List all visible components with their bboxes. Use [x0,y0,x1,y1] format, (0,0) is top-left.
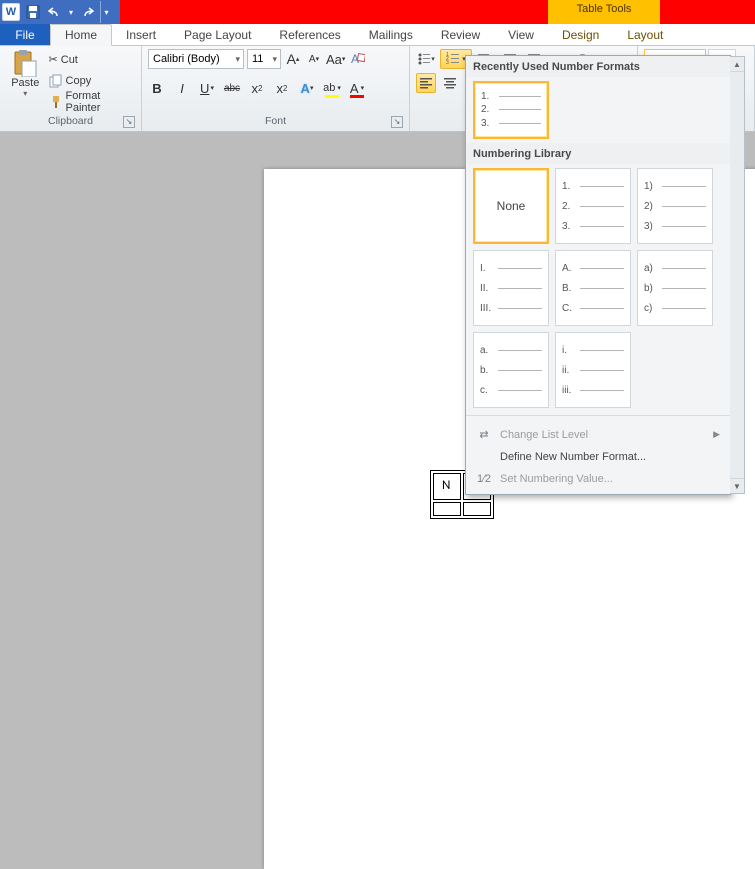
library-tile-alpha-lower-paren[interactable]: a) b) c) [637,250,713,326]
format-painter-label: Format Painter [66,90,135,114]
cmd-set-numbering-value[interactable]: 1⁄2 Set Numbering Value... [468,468,728,490]
scissors-icon: ✂ [49,53,58,66]
scroll-down-icon[interactable]: ▼ [730,478,744,493]
recent-format-tile[interactable]: 1. 2. 3. [473,81,549,139]
clear-formatting-button[interactable]: A [348,49,366,69]
quick-access-toolbar: W ▾ ▾ [0,0,112,24]
cmd-change-list-level[interactable]: ⇄ Change List Level ▶ [468,423,728,446]
library-tile-roman-lower[interactable]: i. ii. iii. [555,332,631,408]
redo-button[interactable] [76,1,98,23]
library-tile-alpha-lower-dot[interactable]: a. b. c. [473,332,549,408]
tab-design[interactable]: Design [548,24,613,45]
font-size-select[interactable]: 11 [247,49,281,69]
subscript-button[interactable]: x2 [248,78,266,98]
tab-review[interactable]: Review [427,24,494,45]
superscript-button[interactable]: x2 [273,78,291,98]
undo-button[interactable] [44,1,66,23]
app-icon[interactable]: W [0,1,22,23]
library-tile-decimal-dot[interactable]: 1. 2. 3. [555,168,631,244]
font-size-value: 11 [252,53,263,65]
strike-button[interactable]: abc [223,78,241,98]
library-tile-none[interactable]: None [473,168,549,244]
align-left-button[interactable] [416,73,436,93]
highlight-button[interactable]: ab▾ [323,78,341,98]
numbering-dropdown: ▲ ▼ Recently Used Number Formats 1. 2. 3… [465,55,731,495]
change-level-icon: ⇄ [476,428,492,441]
tab-view[interactable]: View [494,24,548,45]
tab-page-layout[interactable]: Page Layout [170,24,265,45]
group-clipboard: Paste ▾ ✂ Cut Copy Format Painter Clipbo… [0,46,142,131]
tab-home[interactable]: Home [50,24,112,46]
define-format-label: Define New Number Format... [500,451,646,463]
align-center-button[interactable] [440,73,460,93]
bold-button[interactable]: B [148,78,166,98]
text-effects-button[interactable]: A▾ [298,78,316,98]
font-launcher[interactable]: ↘ [391,116,403,128]
set-value-icon: 1⁄2 [476,473,492,485]
copy-label: Copy [66,75,92,87]
library-header: Numbering Library [466,143,730,164]
dropdown-scrollbar[interactable]: ▲ ▼ [730,56,745,494]
shrink-font-button[interactable]: A▾ [305,49,323,69]
tab-mailings[interactable]: Mailings [355,24,427,45]
change-case-button[interactable]: Aa▾ [326,49,345,69]
qat-customize-icon[interactable]: ▾ [100,1,112,23]
copy-icon [49,74,63,88]
clipboard-group-label: Clipboard [48,115,93,127]
copy-button[interactable]: Copy [49,70,135,91]
set-value-label: Set Numbering Value... [500,473,613,485]
brush-icon [49,95,63,109]
font-family-value: Calibri (Body) [153,53,220,65]
library-tile-alpha-upper[interactable]: A. B. C. [555,250,631,326]
format-painter-button[interactable]: Format Painter [49,91,135,112]
paste-icon [10,49,40,77]
tab-insert[interactable]: Insert [112,24,170,45]
submenu-arrow-icon: ▶ [713,429,720,440]
font-color-button[interactable]: A▾ [348,78,366,98]
italic-button[interactable]: I [173,78,191,98]
undo-split-icon[interactable]: ▾ [66,1,76,23]
library-tile-decimal-paren[interactable]: 1) 2) 3) [637,168,713,244]
clipboard-launcher[interactable]: ↘ [123,116,135,128]
cut-button[interactable]: ✂ Cut [49,49,135,70]
grow-font-button[interactable]: A▴ [284,49,302,69]
cmd-define-new-format[interactable]: Define New Number Format... [468,446,728,468]
group-font: Calibri (Body) 11 A▴ A▾ Aa▾ A B I U▾ abc… [142,46,410,131]
library-tile-roman-upper[interactable]: I. II. III. [473,250,549,326]
cut-label: Cut [61,54,78,66]
tab-layout[interactable]: Layout [613,24,677,45]
paste-label: Paste [11,77,39,89]
table-cell-b2[interactable] [463,502,490,516]
font-family-select[interactable]: Calibri (Body) [148,49,244,69]
scroll-up-icon[interactable]: ▲ [730,57,744,72]
tab-references[interactable]: References [265,24,354,45]
table-cell-a1[interactable]: N [433,473,461,500]
dropdown-separator [466,415,730,416]
underline-button[interactable]: U▾ [198,78,216,98]
save-button[interactable] [22,1,44,23]
tab-file[interactable]: File [0,24,50,45]
paste-button[interactable]: Paste ▾ [6,49,45,98]
font-group-label: Font [265,115,286,127]
table-cell-a2[interactable] [433,502,461,516]
table-tools-label: Table Tools [556,3,652,15]
title-bar: W ▾ ▾ Table Tools [0,0,755,24]
change-level-label: Change List Level [500,429,588,441]
ribbon-tabs: File Home Insert Page Layout References … [0,24,755,46]
svg-text:3: 3 [446,60,449,66]
recent-formats-header: Recently Used Number Formats [466,56,730,77]
bullets-button[interactable]: ▾ [416,49,436,69]
